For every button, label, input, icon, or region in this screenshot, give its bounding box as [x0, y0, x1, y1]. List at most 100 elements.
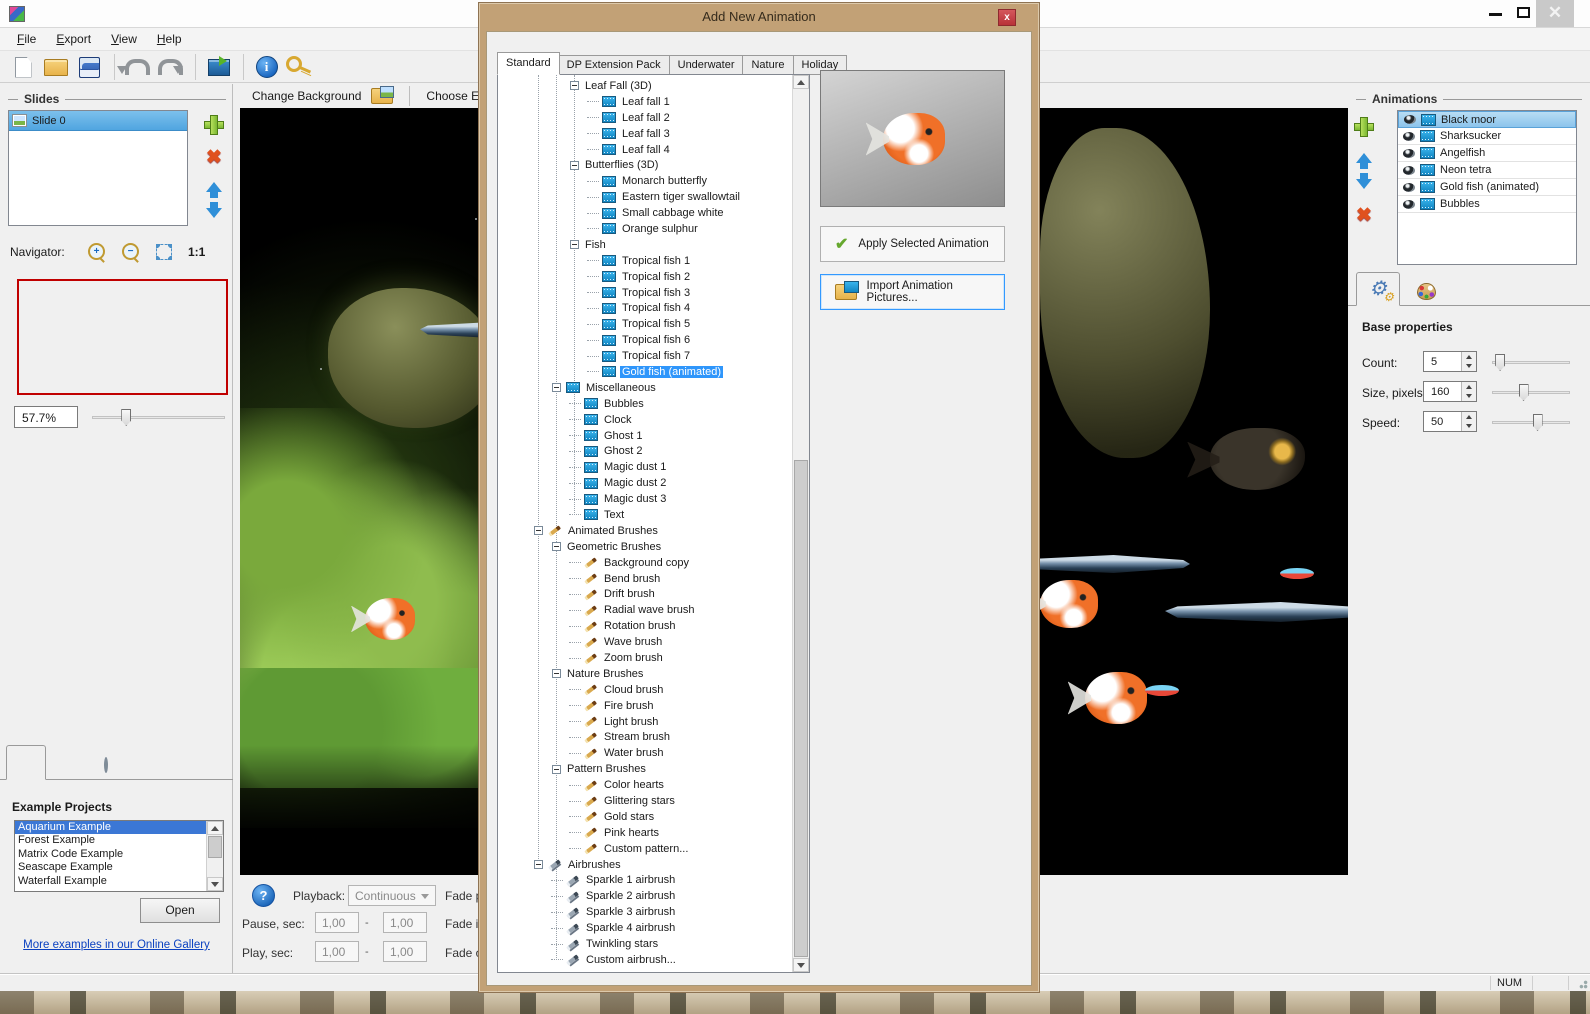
- tree-expander-slot[interactable]: [584, 189, 601, 205]
- tree-item[interactable]: Rotation brush: [498, 618, 792, 634]
- size-slider[interactable]: [1492, 382, 1570, 402]
- stepper-arrows[interactable]: [1461, 382, 1476, 401]
- change-background-button[interactable]: Change Background: [252, 89, 361, 103]
- tree-item[interactable]: Sparkle 1 airbrush: [498, 873, 792, 889]
- tree-expander-slot[interactable]: [566, 459, 583, 475]
- move-animation-down-button[interactable]: [1352, 171, 1376, 197]
- tab-color-properties[interactable]: [1404, 277, 1448, 305]
- menu-item[interactable]: Export: [47, 30, 100, 48]
- play-to-field[interactable]: 1,00: [383, 941, 427, 962]
- tree-scrollbar[interactable]: [792, 75, 809, 972]
- examples-scrollbar[interactable]: [206, 821, 223, 891]
- tree-expander-slot[interactable]: [566, 443, 583, 459]
- collapse-icon[interactable]: [534, 860, 543, 869]
- tree-expander-slot[interactable]: [548, 873, 565, 889]
- open-example-button[interactable]: Open: [140, 898, 220, 923]
- collapse-icon[interactable]: [552, 383, 561, 392]
- animation-item[interactable]: Sharksucker: [1398, 128, 1576, 145]
- tree-expander-slot[interactable]: [584, 300, 601, 316]
- tree-expander-slot[interactable]: [566, 587, 583, 603]
- tree-item[interactable]: Leaf fall 1: [498, 94, 792, 110]
- tree-expander-slot[interactable]: [584, 316, 601, 332]
- size-slider-thumb[interactable]: [1519, 384, 1529, 401]
- tree-expander-slot[interactable]: [584, 348, 601, 364]
- tree-item[interactable]: Radial wave brush: [498, 602, 792, 618]
- visibility-eye-icon[interactable]: [1403, 149, 1415, 158]
- example-project-item[interactable]: Forest Example: [15, 834, 206, 847]
- redo-icon[interactable]: [155, 54, 185, 80]
- tree-expander-slot[interactable]: [566, 396, 583, 412]
- collapse-icon[interactable]: [552, 765, 561, 774]
- project-tab[interactable]: [6, 745, 46, 780]
- help-icon[interactable]: ?: [252, 884, 275, 907]
- pause-from-field[interactable]: 1,00: [315, 912, 359, 933]
- tree-item[interactable]: Butterflies (3D): [498, 157, 792, 173]
- scroll-down-icon[interactable]: [207, 877, 223, 891]
- scrollbar-thumb[interactable]: [208, 836, 222, 858]
- zoom-out-icon[interactable]: [122, 243, 148, 262]
- minimize-button[interactable]: [1489, 13, 1502, 16]
- collapse-icon[interactable]: [570, 161, 579, 170]
- collapse-icon[interactable]: [570, 240, 579, 249]
- tree-item[interactable]: Ghost 1: [498, 428, 792, 444]
- play-from-field[interactable]: 1,00: [315, 941, 359, 962]
- project-tab[interactable]: [86, 750, 126, 779]
- pause-to-field[interactable]: 1,00: [383, 912, 427, 933]
- tree-item[interactable]: Sparkle 2 airbrush: [498, 888, 792, 904]
- tree-expander-slot[interactable]: [566, 412, 583, 428]
- tree-expander-slot[interactable]: [584, 110, 601, 126]
- tree-item[interactable]: Cloud brush: [498, 682, 792, 698]
- add-animation-button[interactable]: [1352, 114, 1376, 140]
- tree-item[interactable]: Stream brush: [498, 730, 792, 746]
- navigator-thumbnail[interactable]: [17, 279, 228, 395]
- key-icon[interactable]: [284, 54, 314, 80]
- tab-base-properties[interactable]: ⚙: [1356, 272, 1400, 306]
- animation-item[interactable]: Bubbles: [1398, 196, 1576, 213]
- tree-expander-slot[interactable]: [566, 618, 583, 634]
- tree-expander-slot[interactable]: [584, 221, 601, 237]
- tree-item[interactable]: Leaf fall 2: [498, 110, 792, 126]
- project-tab[interactable]: [126, 750, 166, 779]
- open-folder-icon[interactable]: [41, 54, 71, 80]
- tree-expander-slot[interactable]: [566, 777, 583, 793]
- zoom-slider[interactable]: [92, 407, 225, 427]
- tree-expander-slot[interactable]: [566, 825, 583, 841]
- zoom-slider-thumb[interactable]: [121, 409, 131, 426]
- tree-item[interactable]: Animated Brushes: [498, 523, 792, 539]
- count-slider[interactable]: [1492, 352, 1570, 372]
- tree-item[interactable]: Tropical fish 5: [498, 316, 792, 332]
- tree-item[interactable]: Tropical fish 2: [498, 269, 792, 285]
- collapse-icon[interactable]: [570, 81, 579, 90]
- slides-list[interactable]: Slide 0: [8, 110, 188, 226]
- tree-item[interactable]: Pattern Brushes: [498, 761, 792, 777]
- tree-item[interactable]: Miscellaneous: [498, 380, 792, 396]
- count-slider-thumb[interactable]: [1495, 354, 1505, 371]
- save-icon[interactable]: [74, 54, 104, 80]
- tree-item[interactable]: Pink hearts: [498, 825, 792, 841]
- tree-item[interactable]: Background copy: [498, 555, 792, 571]
- dialog-close-button[interactable]: x: [998, 9, 1016, 26]
- tree-expander-slot[interactable]: [548, 952, 565, 968]
- speed-stepper[interactable]: 50: [1423, 411, 1477, 432]
- speed-slider-thumb[interactable]: [1533, 414, 1543, 431]
- resize-grip[interactable]: [1576, 977, 1588, 989]
- tree-expander-slot[interactable]: [566, 745, 583, 761]
- change-background-icon[interactable]: [371, 88, 393, 104]
- example-project-item[interactable]: Seascape Example: [15, 861, 206, 874]
- scroll-up-icon[interactable]: [207, 821, 223, 835]
- scroll-up-icon[interactable]: [793, 75, 809, 89]
- info-icon[interactable]: [243, 54, 281, 80]
- tree-item[interactable]: Small cabbage white: [498, 205, 792, 221]
- tree-expander-slot[interactable]: [584, 285, 601, 301]
- tree-item[interactable]: Gold fish (animated): [498, 364, 792, 380]
- tree-item[interactable]: Light brush: [498, 714, 792, 730]
- tree-item[interactable]: Tropical fish 4: [498, 300, 792, 316]
- tree-expander-slot[interactable]: [584, 332, 601, 348]
- tree-item[interactable]: Tropical fish 6: [498, 332, 792, 348]
- tree-expander-slot[interactable]: [566, 555, 583, 571]
- tree-expander-slot[interactable]: [566, 491, 583, 507]
- size-stepper[interactable]: 160: [1423, 381, 1477, 402]
- tree-expander-slot[interactable]: [566, 841, 583, 857]
- tree-item[interactable]: Bubbles: [498, 396, 792, 412]
- tree-expander-slot[interactable]: [566, 714, 583, 730]
